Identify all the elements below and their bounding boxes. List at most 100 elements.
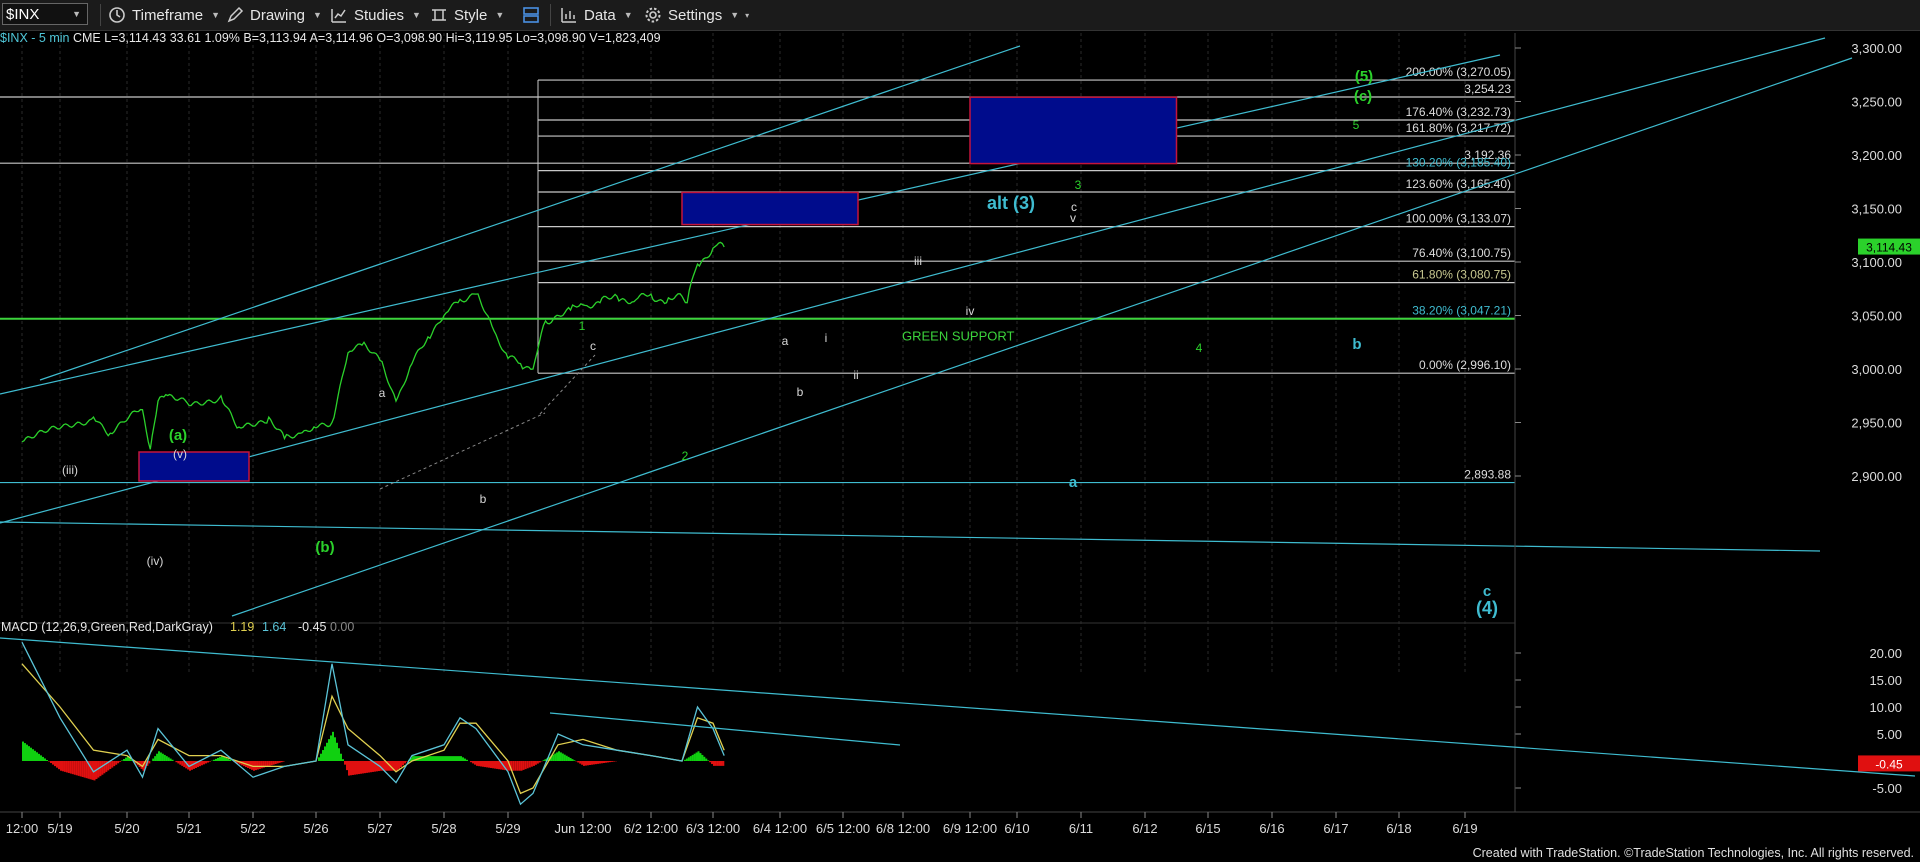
macd-histogram-bar (526, 761, 529, 769)
macd-histogram-bar (63, 761, 66, 772)
macd-histogram-bar (579, 761, 582, 764)
data-icon (561, 8, 576, 23)
time-tick-label: 12:00 (6, 821, 39, 836)
macd-histogram-bar (462, 757, 464, 761)
macd-histogram-bar (46, 759, 48, 761)
macd-histogram-bar (207, 761, 209, 763)
macd-histogram-bar (324, 746, 326, 761)
chevron-down-icon: ▼ (623, 10, 633, 20)
macd-histogram-bar (607, 761, 609, 763)
macd-histogram-bar (209, 761, 211, 762)
time-tick-label: Jun 12:00 (554, 821, 611, 836)
macd-histogram-bar (396, 761, 398, 771)
macd-histogram-bar (256, 761, 259, 770)
fib-level-label: 2,893.88 (1464, 468, 1511, 482)
macd-histogram-bar (24, 743, 26, 761)
wave-label: (iv) (147, 554, 164, 568)
drawing-button[interactable]: Drawing ▼ (226, 4, 322, 26)
macd-histogram-bar (119, 761, 122, 762)
style-button[interactable]: Style ▼ (430, 4, 504, 26)
green-support-label: GREEN SUPPORT (902, 329, 1015, 344)
wave-label: iv (966, 304, 975, 318)
macd-histogram-bar (356, 761, 358, 775)
macd-histogram-bar (530, 761, 533, 767)
macd-histogram-bar (492, 761, 494, 769)
ask: A=3,114.96 (309, 31, 373, 45)
macd-histogram-bar (328, 739, 330, 761)
price-tick-label: 3,050.00 (1851, 309, 1902, 324)
studies-button[interactable]: Studies ▼ (330, 4, 421, 26)
macd-histogram-bar (488, 761, 490, 768)
macd-histogram-bar (32, 749, 34, 761)
macd-histogram-bar (362, 761, 364, 774)
price-tick-label: 3,250.00 (1851, 95, 1902, 110)
wave-label: ii (853, 368, 858, 382)
pencil-icon (227, 6, 244, 23)
timeframe-label: Timeframe (132, 6, 204, 24)
fib-level-label: 161.80% (3,217.72) (1406, 121, 1511, 135)
macd-histogram-bar (278, 761, 281, 763)
chevron-down-icon: ▼ (495, 10, 505, 20)
wave-label: (v) (173, 447, 187, 461)
macd-histogram-bar (366, 761, 368, 773)
fib-level-label: 38.20% (3,047.21) (1412, 303, 1511, 317)
macd-histogram-bar (350, 761, 352, 776)
fib-level-label: 100.00% (3,133.07) (1406, 212, 1511, 226)
wave-label: (b) (315, 539, 334, 556)
macd-histogram-bar (605, 761, 607, 763)
macd-histogram-bar (454, 756, 456, 761)
layout-button[interactable] (522, 4, 546, 26)
macd-last-label: -0.45 (1875, 757, 1903, 771)
macd-histogram-bar (444, 756, 446, 761)
studies-label: Studies (354, 6, 405, 24)
clock-icon (109, 7, 125, 23)
macd-histogram-bar (613, 761, 615, 762)
price-tick-label: 3,300.00 (1851, 41, 1902, 56)
time-tick-label: 6/15 (1195, 821, 1220, 836)
projection-line (539, 354, 596, 415)
macd-histogram-bar (34, 750, 36, 761)
macd-histogram-bar (428, 756, 430, 761)
macd-histogram-bar (720, 761, 723, 766)
macd-histogram-bar (154, 756, 157, 761)
time-tick-label: 6/12 (1132, 821, 1157, 836)
macd-histogram-bar (159, 752, 162, 761)
macd-histogram-bar (266, 761, 269, 767)
studies-icon (331, 9, 346, 23)
time-tick-label: 5/22 (240, 821, 265, 836)
macd-histogram-bar (344, 761, 346, 765)
symbol-input[interactable]: $INX ▼ (2, 3, 88, 25)
macd-histogram-bar (533, 761, 535, 766)
macd-histogram-bar (52, 761, 54, 765)
time-tick-label: 6/3 12:00 (686, 821, 740, 836)
macd-histogram-bar (201, 761, 203, 766)
macd-histogram-bar (354, 761, 356, 775)
settings-label: Settings (668, 6, 723, 24)
drawing-label: Drawing (250, 6, 306, 24)
target-box (138, 451, 250, 482)
macd-histogram-bar (213, 759, 215, 761)
macd-histogram-bar (158, 751, 160, 761)
macd-histogram-bar (272, 761, 275, 765)
data-button[interactable]: Data ▼ (560, 4, 633, 26)
price-chart[interactable]: 200.00% (3,270.05) 3,254.23 176.40% (3,232… (0, 0, 1920, 862)
macd-histogram-bar (609, 761, 611, 763)
time-tick-label: 5/21 (176, 821, 201, 836)
settings-button[interactable]: Settings ▼ ▾ (644, 4, 749, 26)
macd-histogram-bar (360, 761, 362, 774)
macd-histogram-bar (181, 761, 184, 766)
macd-histogram-bar (175, 761, 178, 763)
more-icon[interactable]: ▾ (745, 11, 749, 20)
macd-histogram-bar (442, 756, 444, 761)
timeframe-button[interactable]: Timeframe ▼ (108, 4, 220, 26)
time-axis: 12:00 5/19 5/20 5/21 5/22 5/26 5/27 5/28 5/29 Jun… (0, 811, 1920, 836)
macd-histogram-bar (258, 761, 261, 769)
macd-histogram-bar (460, 756, 462, 761)
macd-histogram-bar (587, 761, 589, 766)
time-tick-label: 5/19 (47, 821, 72, 836)
macd-histogram-bar (368, 761, 370, 773)
macd-histogram-bar (432, 756, 434, 761)
macd-histogram-bar (565, 755, 568, 761)
macd-panel: MACD (12,26,9,Green,Red,DarkGray) 1.19 1.6… (0, 620, 1920, 812)
macd-histogram-bar (40, 755, 42, 761)
